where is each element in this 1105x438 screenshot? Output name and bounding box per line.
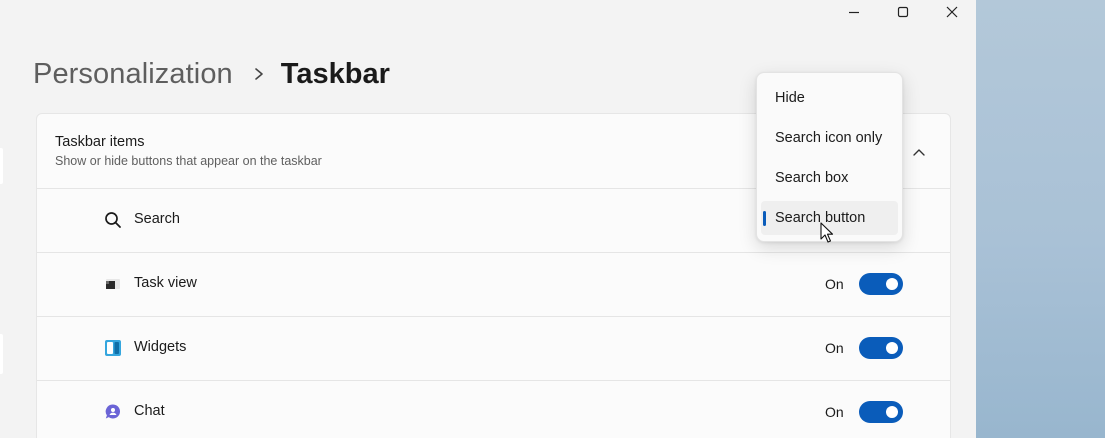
chat-icon bbox=[103, 402, 123, 422]
close-icon bbox=[946, 6, 957, 18]
dropdown-option-search-icon-only[interactable]: Search icon only bbox=[761, 121, 898, 155]
search-options-dropdown: Hide Search icon only Search box Search … bbox=[756, 72, 903, 242]
nav-pane-edge-lower bbox=[0, 334, 3, 374]
toggle-knob bbox=[886, 406, 898, 418]
page-title: Taskbar bbox=[280, 57, 390, 90]
close-button[interactable] bbox=[927, 0, 976, 24]
search-icon bbox=[103, 210, 123, 230]
settings-window: Personalization Taskbar Taskbar items Sh… bbox=[0, 0, 976, 438]
breadcrumb-parent[interactable]: Personalization bbox=[33, 58, 233, 91]
chevron-right-icon bbox=[253, 67, 265, 81]
mouse-cursor-icon bbox=[820, 222, 834, 243]
window-caption-buttons bbox=[829, 0, 976, 24]
toggle-state-label: On bbox=[825, 404, 844, 420]
setting-label: Chat bbox=[134, 403, 165, 419]
maximize-button[interactable] bbox=[878, 0, 927, 24]
selection-indicator bbox=[763, 211, 766, 226]
toggle-knob bbox=[886, 278, 898, 290]
setting-label: Task view bbox=[134, 275, 197, 291]
setting-row-task-view: Task view On bbox=[37, 253, 950, 317]
setting-row-widgets: Widgets On bbox=[37, 317, 950, 381]
setting-row-chat: Chat On bbox=[37, 381, 950, 438]
task-view-icon bbox=[103, 274, 123, 294]
widgets-toggle[interactable] bbox=[859, 337, 903, 359]
task-view-toggle[interactable] bbox=[859, 273, 903, 295]
dropdown-option-search-box[interactable]: Search box bbox=[761, 161, 898, 195]
minimize-button[interactable] bbox=[829, 0, 878, 24]
nav-pane-edge bbox=[0, 148, 3, 184]
section-title: Taskbar items bbox=[55, 134, 145, 150]
setting-label: Search bbox=[134, 211, 180, 227]
chevron-up-icon[interactable] bbox=[909, 142, 929, 162]
dropdown-option-hide[interactable]: Hide bbox=[761, 81, 898, 115]
breadcrumb: Personalization Taskbar bbox=[33, 52, 390, 96]
toggle-knob bbox=[886, 342, 898, 354]
toggle-state-label: On bbox=[825, 340, 844, 356]
widgets-icon bbox=[103, 338, 123, 358]
toggle-state-label: On bbox=[825, 276, 844, 292]
section-subtitle: Show or hide buttons that appear on the … bbox=[55, 154, 322, 168]
maximize-icon bbox=[897, 6, 908, 18]
minimize-icon bbox=[848, 11, 859, 14]
chat-toggle[interactable] bbox=[859, 401, 903, 423]
setting-label: Widgets bbox=[134, 339, 187, 355]
